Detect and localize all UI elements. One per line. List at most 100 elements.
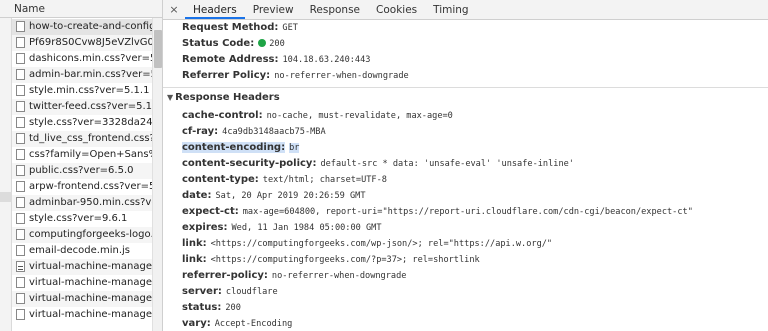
header-value: 200	[269, 39, 285, 49]
scrollbar-thumb[interactable]	[154, 30, 162, 68]
header-key: link:	[182, 254, 207, 265]
header-key: Request Method:	[182, 22, 279, 33]
file-name: css?family=Open+Sans%...	[29, 149, 162, 160]
response-header-row: status: 200	[182, 300, 241, 316]
file-list-item[interactable]: adminbar-950.min.css?ver...	[12, 195, 162, 211]
file-list-item[interactable]: td_live_css_frontend.css?v...	[12, 131, 162, 147]
file-list-item[interactable]: style.css?ver=9.6.1	[12, 211, 162, 227]
file-icon	[16, 261, 25, 273]
file-icon	[16, 21, 25, 33]
file-list-panel: Name how-to-create-and-configu... Pf69r8S…	[0, 0, 163, 331]
file-icon	[16, 229, 25, 241]
file-name: adminbar-950.min.css?ver...	[29, 197, 162, 208]
header-key: content-security-policy:	[182, 158, 317, 169]
close-icon[interactable]: ×	[163, 0, 185, 19]
header-key: content-type:	[182, 174, 259, 185]
file-icon	[16, 309, 25, 321]
header-value: Accept-Encoding	[214, 319, 293, 329]
response-header-row: expect-ct: max-age=604800, report-uri="ht…	[182, 204, 693, 220]
file-list-item[interactable]: Pf69r8S0Cvw8J5eVZlvG0A...	[12, 35, 162, 51]
header-value: br	[289, 143, 300, 153]
response-header-row: cache-control: no-cache, must-revalidate,…	[182, 108, 453, 124]
remote-address-row: Remote Address: 104.18.63.240:443	[182, 52, 370, 68]
response-header-row: server: cloudflare	[182, 284, 278, 300]
header-value: GET	[282, 23, 298, 33]
file-icon	[16, 277, 25, 289]
tab-response[interactable]: Response	[302, 0, 368, 19]
file-list-item[interactable]: virtual-machine-manager-...	[12, 259, 162, 275]
status-code-row: Status Code: 200	[182, 36, 285, 52]
file-icon	[16, 245, 25, 257]
file-list-item[interactable]: css?family=Open+Sans%...	[12, 147, 162, 163]
header-key: content-encoding:	[182, 142, 286, 153]
tab-timing[interactable]: Timing	[425, 0, 476, 19]
file-name: public.css?ver=6.5.0	[29, 165, 134, 176]
name-column-header[interactable]: Name	[0, 0, 162, 18]
file-name: style.css?ver=3328da248...	[29, 117, 162, 128]
header-value: no-referrer-when-downgrade	[271, 271, 407, 281]
file-list-scrollbar[interactable]	[152, 18, 162, 331]
file-icon	[16, 101, 25, 113]
header-key: cache-control:	[182, 110, 263, 121]
file-icon	[16, 53, 25, 65]
header-value: text/html; charset=UTF-8	[262, 175, 387, 185]
header-value: <https://computingforgeeks.com/?p=37>; r…	[210, 255, 480, 265]
file-name: Pf69r8S0Cvw8J5eVZlvG0A...	[29, 37, 162, 48]
request-details-panel: × Headers Preview Response Cookies Timin…	[163, 0, 768, 331]
header-key: expect-ct:	[182, 206, 239, 217]
file-icon	[16, 133, 25, 145]
header-value: default-src * data: 'unsafe-eval' 'unsaf…	[320, 159, 574, 169]
file-list-item[interactable]: virtual-machine-manager-...	[12, 275, 162, 291]
header-key: vary:	[182, 318, 211, 329]
tab-cookies[interactable]: Cookies	[368, 0, 425, 19]
file-list-item[interactable]: virtual-machine-manager-i...	[12, 307, 162, 323]
file-list-item[interactable]: style.css?ver=3328da248...	[12, 115, 162, 131]
file-list-item[interactable]: dashicons.min.css?ver=5...	[12, 51, 162, 67]
file-name: style.css?ver=9.6.1	[29, 213, 128, 224]
header-value: cloudflare	[225, 287, 278, 297]
file-list-item[interactable]: admin-bar.min.css?ver=5...	[12, 67, 162, 83]
headers-content: Request Method: GET Status Code: 200 Remot…	[163, 20, 768, 331]
details-tabbar: × Headers Preview Response Cookies Timin…	[163, 0, 768, 20]
file-list-item[interactable]: computingforgeeks-logo.p...	[12, 227, 162, 243]
file-name: virtual-machine-manager-...	[29, 261, 162, 272]
response-header-row: content-type: text/html; charset=UTF-8	[182, 172, 387, 188]
header-key: link:	[182, 238, 207, 249]
response-header-row: cf-ray: 4ca9db3148aacb75-MBA	[182, 124, 326, 140]
file-list-item[interactable]: virtual-machine-manager-...	[12, 291, 162, 307]
tab-preview[interactable]: Preview	[245, 0, 302, 19]
response-header-row: content-encoding: br	[182, 140, 300, 156]
file-icon	[16, 293, 25, 305]
file-list-item[interactable]: email-decode.min.js	[12, 243, 162, 259]
file-icon	[16, 69, 25, 81]
header-key: expires:	[182, 222, 228, 233]
file-name: dashicons.min.css?ver=5...	[29, 53, 162, 64]
header-key: Remote Address:	[182, 54, 279, 65]
header-value: no-referrer-when-downgrade	[274, 71, 409, 81]
file-icon	[16, 181, 25, 193]
response-header-row: link: <https://computingforgeeks.com/wp-j…	[182, 236, 552, 252]
file-icon	[16, 197, 25, 209]
header-value: Wed, 11 Jan 1984 05:00:00 GMT	[231, 223, 382, 233]
header-key: server:	[182, 286, 222, 297]
response-headers-section-toggle[interactable]: ▼ Response Headers	[167, 90, 280, 106]
file-name: email-decode.min.js	[29, 245, 131, 256]
header-value: <https://computingforgeeks.com/wp-json/>…	[210, 239, 553, 249]
header-key: Status Code:	[182, 38, 255, 49]
file-list-item[interactable]: how-to-create-and-configu...	[12, 19, 162, 35]
request-method-row: Request Method: GET	[182, 20, 298, 36]
file-list-item[interactable]: twitter-feed.css?ver=5.1.1	[12, 99, 162, 115]
file-list-item[interactable]: public.css?ver=6.5.0	[12, 163, 162, 179]
tab-headers[interactable]: Headers	[185, 0, 245, 19]
file-list-item[interactable]: style.min.css?ver=5.1.1	[12, 83, 162, 99]
file-name: admin-bar.min.css?ver=5...	[29, 69, 162, 80]
header-key: Referrer Policy:	[182, 70, 271, 81]
file-icon	[16, 165, 25, 177]
header-value: 200	[225, 303, 241, 313]
file-icon	[16, 149, 25, 161]
header-key: status:	[182, 302, 222, 313]
response-header-row: link: <https://computingforgeeks.com/?p=3…	[182, 252, 480, 268]
file-icon	[16, 117, 25, 129]
file-name: arpw-frontend.css?ver=5...	[29, 181, 162, 192]
file-list-item[interactable]: arpw-frontend.css?ver=5...	[12, 179, 162, 195]
